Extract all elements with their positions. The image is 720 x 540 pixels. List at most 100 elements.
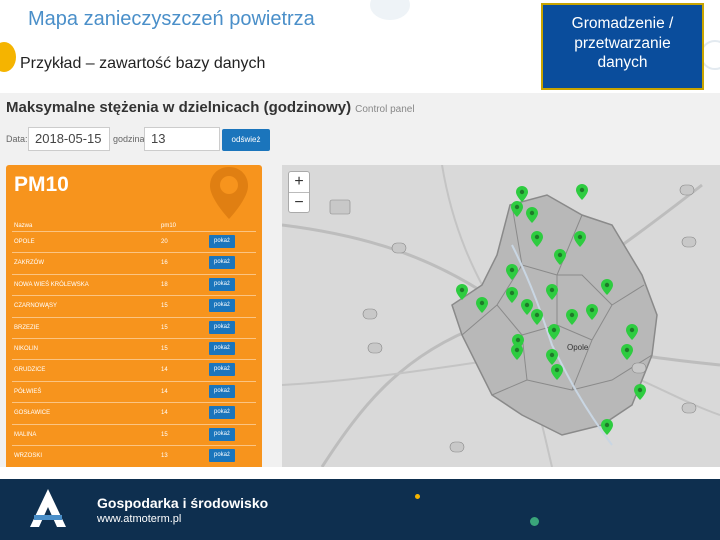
zoom-in-button[interactable]: + [289,172,309,192]
show-button[interactable]: pokaż [209,299,235,313]
station-value: 13 [161,453,168,459]
station-name: NIKOLIN [14,346,39,352]
station-name: BRZEZIE [14,324,40,331]
station-marker-icon[interactable] [548,324,560,340]
table-row: WRZOSKI 13 pokaż [12,445,256,466]
station-marker-icon[interactable] [511,201,523,217]
station-marker-icon[interactable] [634,384,646,400]
footer-title: Gospodarka i środowisko [97,495,269,511]
station-marker-icon[interactable] [546,349,558,365]
station-marker-icon[interactable] [506,264,518,280]
table-row: GRUDZICE 14 pokaż [12,359,256,380]
slide-subtitle: Przykład – zawartość bazy danych [20,55,266,72]
station-marker-icon[interactable] [476,297,488,313]
table-row: NIKOLIN 15 pokaż [12,338,256,359]
hour-input[interactable]: 13 [144,127,220,151]
station-marker-icon[interactable] [506,287,518,303]
show-button[interactable]: pokaż [209,342,235,355]
station-marker-icon[interactable] [621,344,633,360]
atmoterm-logo-icon [30,489,66,527]
station-marker-icon[interactable] [554,249,566,265]
zoom-control: + − [288,171,310,213]
station-value: 20 [161,239,168,245]
table-row: OPOLE 20 pokaż [12,231,256,252]
station-marker-icon[interactable] [526,207,538,223]
station-marker-icon[interactable] [601,279,613,295]
station-marker-icon[interactable] [456,284,468,300]
section-badge: Gromadzenie / przetwarzanie danych [541,3,704,90]
hour-label: godzina: [113,134,148,144]
station-value: 14 [161,367,168,374]
station-name: NOWA WIEŚ KRÓLEWSKA [14,281,89,288]
show-button[interactable]: pokaż [209,277,235,291]
station-marker-icon[interactable] [601,419,613,435]
table-row: NOWA WIEŚ KRÓLEWSKA 18 pokaż [12,273,256,295]
station-value: 15 [161,303,168,310]
station-name: GRUDZICE [14,367,46,374]
date-input[interactable]: 2018-05-15 [28,127,110,151]
show-button[interactable]: pokaż [209,235,235,248]
app-header-title: Maksymalne stężenia w dzielnicach (godzi… [6,99,352,116]
table-row: MALINA 15 pokaż [12,423,256,445]
footer: Gospodarka i środowisko www.atmoterm.pl [0,479,720,540]
station-name: MALINA [14,431,37,438]
show-button[interactable]: pokaż [209,384,235,398]
station-name: WRZOSKI [14,453,42,459]
pm10-panel: PM10 Nazwa pm10 OPOLE 20 pokaż ZAKRZÓW 16 pok… [6,165,262,467]
column-header-value: pm10 [161,223,177,229]
station-marker-icon[interactable] [551,364,563,380]
refresh-button[interactable]: odśwież [222,129,270,151]
station-marker-icon[interactable] [566,309,578,325]
show-button[interactable]: pokaż [209,406,235,420]
show-button[interactable]: pokaż [209,320,235,334]
station-marker-icon[interactable] [574,231,586,247]
station-value: 18 [161,281,168,288]
show-button[interactable]: pokaż [209,256,235,270]
slide: Mapa zanieczyszczeń powietrza Przykład –… [0,0,720,540]
table-row: GOSŁAWICE 14 pokaż [12,402,256,423]
app-header: Maksymalne stężenia w dzielnicach (godzi… [6,99,415,116]
zoom-out-button[interactable]: − [289,192,309,212]
station-marker-icon[interactable] [516,186,528,202]
map-canvas [282,165,720,467]
table-row: PÓŁWIEŚ 14 pokaż [12,380,256,402]
station-marker-icon[interactable] [576,184,588,200]
date-label: Data: [6,134,28,144]
station-name: ZAKRZÓW [14,260,44,267]
show-button[interactable]: pokaż [209,427,235,441]
station-value: 15 [161,346,168,352]
station-value: 16 [161,260,168,267]
show-button[interactable]: pokaż [209,449,235,462]
station-marker-icon[interactable] [531,231,543,247]
station-name: PÓŁWIEŚ [14,388,42,395]
table-row: BRZEZIE 15 pokaż [12,316,256,338]
station-marker-icon[interactable] [586,304,598,320]
map[interactable]: + − Opole [282,165,720,467]
table-row: CZARNOWĄSY 15 pokaż [12,295,256,316]
station-marker-icon[interactable] [531,309,543,325]
station-marker-icon[interactable] [511,344,523,360]
footer-url[interactable]: www.atmoterm.pl [97,513,181,525]
station-name: GOSŁAWICE [14,410,51,417]
station-marker-icon[interactable] [546,284,558,300]
footer-decorative-dot [530,517,539,526]
table-row: ZAKRZÓW 16 pokaż [12,252,256,273]
badge-line: danych [597,54,648,71]
show-button[interactable]: pokaż [209,363,235,377]
station-marker-icon[interactable] [626,324,638,340]
pm10-title: PM10 [14,173,69,196]
control-panel-link[interactable]: Control panel [355,104,414,115]
station-name: OPOLE [14,239,35,245]
column-header-name: Nazwa [14,223,33,229]
station-name: CZARNOWĄSY [14,303,58,310]
map-label-opole: Opole [567,343,589,352]
location-pin-icon [210,167,248,219]
station-value: 15 [161,431,168,438]
slide-title: Mapa zanieczyszczeń powietrza [28,8,315,30]
footer-decorative-dot [415,494,420,499]
decorative-dot [0,42,16,72]
station-value: 14 [161,388,168,395]
station-value: 15 [161,324,168,331]
badge-line: przetwarzanie [574,34,671,52]
decorative-circle [370,0,410,20]
